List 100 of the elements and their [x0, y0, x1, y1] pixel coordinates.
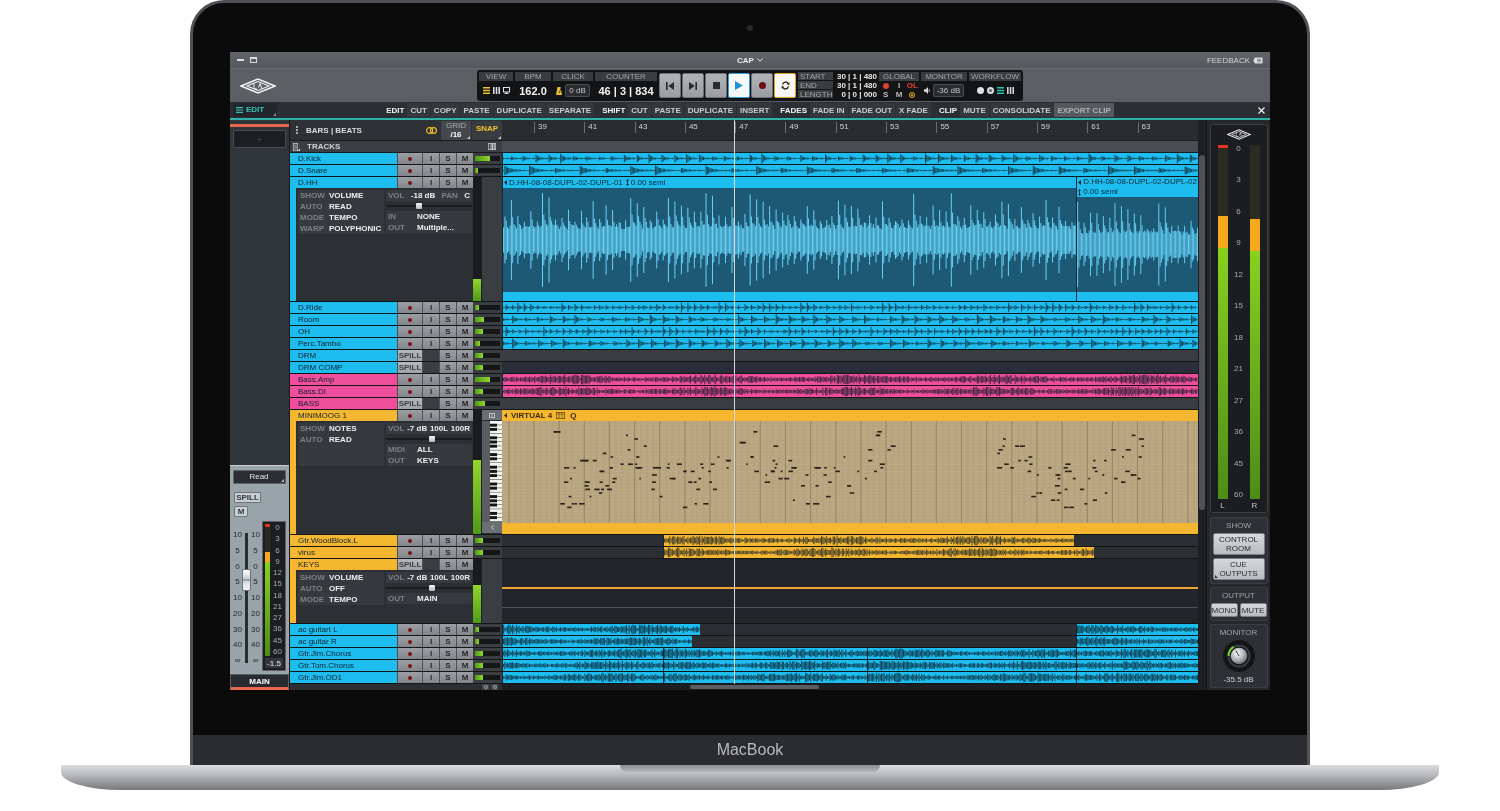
spill-button[interactable]: SPILL [397, 350, 422, 361]
m-button[interactable]: M [456, 314, 473, 325]
record-arm-button[interactable] [397, 386, 422, 397]
track-name[interactable]: D.Ride [296, 302, 397, 313]
circle-icon[interactable] [976, 87, 984, 94]
volume-slider[interactable] [386, 436, 472, 442]
setting-value[interactable]: VOLUME [329, 573, 364, 582]
solo-button[interactable]: S [439, 153, 456, 164]
setting-value[interactable]: ALL [417, 445, 433, 454]
toolbar-action[interactable]: CONSOLIDATE [989, 103, 1054, 117]
track-name[interactable]: Bass.DI [296, 386, 397, 397]
quantize-button[interactable]: Q [569, 411, 578, 420]
toolbar-action[interactable]: COPY [430, 103, 460, 117]
record-dot-icon[interactable] [882, 83, 889, 90]
keyboard-bottom-button[interactable] [482, 522, 502, 534]
keyboard-top-button[interactable] [482, 410, 502, 421]
toolbar-action[interactable]: INSERT [737, 103, 773, 117]
input-button[interactable]: I [422, 326, 439, 337]
m-button[interactable]: M [456, 410, 473, 421]
close-button[interactable] [1258, 106, 1265, 114]
setting-value[interactable]: NONE [417, 212, 441, 221]
solo-button[interactable]: S [439, 398, 456, 409]
solo-button[interactable]: S [439, 624, 456, 635]
m-button[interactable]: M [456, 660, 473, 671]
record-arm-button[interactable] [397, 338, 422, 349]
mix-value[interactable]: -7 dB [407, 573, 428, 582]
record-arm-button[interactable] [397, 672, 422, 683]
grid-dropdown[interactable]: GRID /16 [441, 120, 471, 140]
track-name[interactable]: Gtr.Jim.OD1 [296, 672, 397, 683]
solo-button[interactable]: S [439, 374, 456, 385]
solo-button[interactable]: S [439, 362, 456, 373]
slider-thumb[interactable] [416, 203, 423, 209]
spill-button[interactable]: SPILL [397, 362, 422, 373]
track-name[interactable]: DRM COMP [296, 362, 397, 373]
solo-button[interactable]: S [439, 338, 456, 349]
solo-button[interactable]: S [439, 636, 456, 647]
flag-toggle[interactable]: S [883, 90, 889, 99]
record-arm-button[interactable] [397, 165, 422, 176]
project-menu-button[interactable]: CAP [737, 55, 763, 65]
toolbar-action[interactable]: DUPLICATE [493, 103, 545, 117]
input-button[interactable]: I [422, 374, 439, 385]
setting-value[interactable]: KEYS [417, 456, 439, 465]
record-arm-button[interactable] [397, 374, 422, 385]
record-button[interactable] [751, 73, 773, 98]
m-button[interactable]: M [456, 648, 473, 659]
monitor-icon[interactable] [502, 87, 510, 94]
spill-button[interactable]: SPILL [397, 559, 422, 570]
record-arm-button[interactable] [397, 636, 422, 647]
toolbar-action[interactable]: PASTE [460, 103, 493, 117]
list-icon[interactable] [293, 142, 300, 151]
ring-icon[interactable] [909, 91, 916, 98]
bpm-value[interactable]: 162.0 [519, 84, 547, 97]
loop-button[interactable] [774, 73, 796, 98]
track-name[interactable]: Gtr.WoodBlock.L [296, 535, 397, 546]
track-name[interactable]: Perc.Tambo [296, 338, 397, 349]
setting-value[interactable]: TEMPO [329, 213, 358, 222]
input-button[interactable]: I [422, 177, 439, 188]
m-button[interactable]: M [456, 636, 473, 647]
toolbar-action[interactable]: FADE IN [810, 103, 848, 117]
spill-button[interactable]: SPILL [397, 398, 422, 409]
input-button[interactable]: I [422, 314, 439, 325]
record-arm-button[interactable] [397, 535, 422, 546]
input-button[interactable]: I [422, 410, 439, 421]
columns-icon[interactable] [488, 143, 496, 150]
automation-dropdown[interactable]: Read [233, 470, 286, 484]
list-icon[interactable] [482, 87, 490, 94]
flag-toggle[interactable]: I [897, 82, 901, 91]
stop-button[interactable] [705, 73, 727, 98]
input-button[interactable]: I [422, 386, 439, 397]
columns-icon[interactable] [1006, 87, 1014, 94]
dial-icon[interactable] [986, 87, 994, 94]
setting-value[interactable]: POLYPHONIC [329, 224, 382, 233]
toolbar-action[interactable]: SEPARATE [545, 103, 595, 117]
click-volume-field[interactable]: 0 dB [565, 84, 590, 97]
track-name[interactable]: virus [296, 547, 397, 558]
mix-value[interactable]: -18 dB [410, 191, 436, 200]
record-arm-button[interactable] [397, 547, 422, 558]
solo-button[interactable]: S [439, 648, 456, 659]
input-button[interactable]: I [422, 535, 439, 546]
input-button[interactable]: I [422, 302, 439, 313]
m-button[interactable]: M [456, 547, 473, 558]
solo-button[interactable]: S [439, 177, 456, 188]
edit-mode-button[interactable]: EDIT [233, 103, 277, 117]
snap-button[interactable]: SNAP [472, 120, 502, 140]
m-button[interactable]: M [456, 398, 473, 409]
toolbar-action[interactable]: CUT [407, 103, 430, 117]
m-button[interactable]: M [456, 624, 473, 635]
solo-button[interactable]: S [439, 314, 456, 325]
mix-value[interactable]: 100R [450, 573, 470, 582]
input-button[interactable]: I [422, 636, 439, 647]
link-icon[interactable] [426, 126, 437, 134]
m-button[interactable]: M [234, 506, 248, 517]
m-button[interactable]: M [456, 386, 473, 397]
record-arm-button[interactable] [397, 648, 422, 659]
flag-toggle[interactable]: M [895, 90, 903, 99]
record-arm-button[interactable] [397, 302, 422, 313]
start-button[interactable] [659, 73, 681, 98]
m-button[interactable]: M [456, 350, 473, 361]
flag-toggle[interactable]: OL [906, 82, 918, 91]
record-arm-button[interactable] [397, 326, 422, 337]
